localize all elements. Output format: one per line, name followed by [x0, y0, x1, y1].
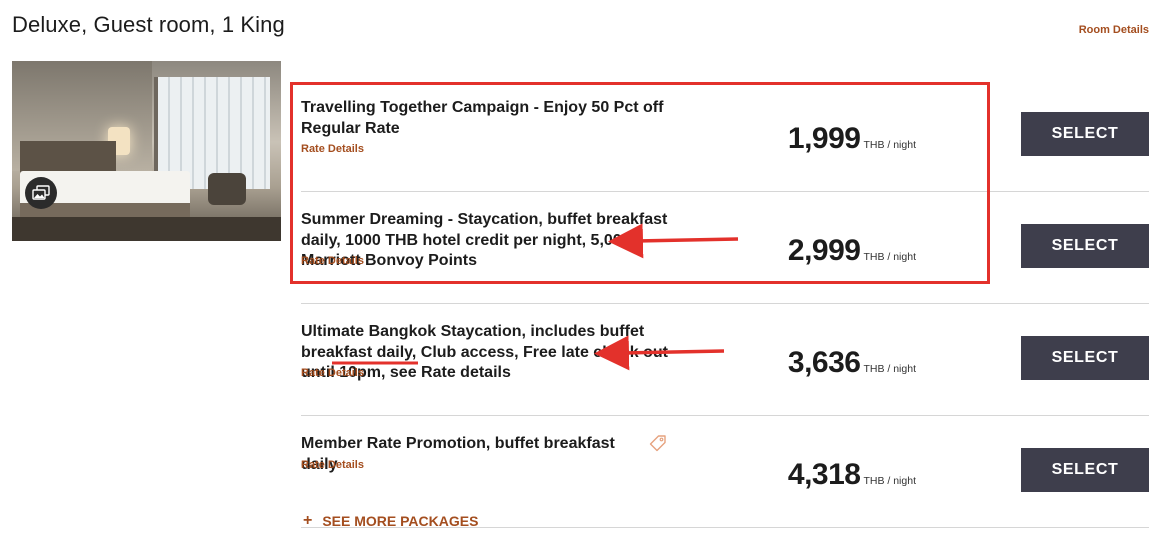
rate-name: Travelling Together Campaign - Enjoy 50 … — [301, 99, 664, 137]
room-photo[interactable] — [12, 61, 281, 241]
photo-gallery-icon[interactable] — [25, 177, 57, 209]
tag-icon[interactable] — [649, 434, 667, 452]
price-amount: 1,999 — [787, 122, 861, 155]
select-button[interactable]: SELECT — [1021, 448, 1149, 492]
select-button[interactable]: SELECT — [1021, 112, 1149, 156]
price-unit: THB / night — [863, 139, 916, 151]
plus-icon: + — [303, 512, 313, 529]
rate-price: 2,999 THB / night — [788, 234, 916, 268]
room-title: Deluxe, Guest room, 1 King — [12, 12, 285, 37]
select-button[interactable]: SELECT — [1021, 224, 1149, 268]
rate-price: 3,636 THB / night — [788, 346, 916, 380]
rate-details-link[interactable]: Rate Details — [301, 459, 364, 471]
select-button[interactable]: SELECT — [1021, 336, 1149, 380]
price-unit: THB / night — [863, 363, 916, 375]
see-more-packages-button[interactable]: + SEE MORE PACKAGES — [303, 512, 478, 530]
rate-row: Summer Dreaming - Staycation, buffet bre… — [301, 192, 1149, 304]
photo-headboard — [20, 141, 116, 175]
rate-details-link[interactable]: Rate Details — [301, 255, 364, 267]
rate-row: Travelling Together Campaign - Enjoy 50 … — [301, 80, 1149, 192]
price-amount: 4,318 — [787, 458, 861, 491]
price-amount: 3,636 — [787, 346, 861, 379]
photo-chair — [208, 173, 246, 205]
rate-details-link[interactable]: Rate Details — [301, 367, 364, 379]
rate-details-link[interactable]: Rate Details — [301, 143, 364, 155]
room-details-link[interactable]: Room Details — [1079, 24, 1149, 36]
rate-row: Ultimate Bangkok Staycation, includes bu… — [301, 304, 1149, 416]
see-more-label: SEE MORE PACKAGES — [322, 513, 479, 529]
photo-floor — [12, 217, 281, 241]
rate-price: 1,999 THB / night — [788, 122, 916, 156]
price-amount: 2,999 — [787, 234, 861, 267]
price-unit: THB / night — [863, 475, 916, 487]
rate-price: 4,318 THB / night — [788, 458, 916, 492]
price-unit: THB / night — [863, 251, 916, 263]
